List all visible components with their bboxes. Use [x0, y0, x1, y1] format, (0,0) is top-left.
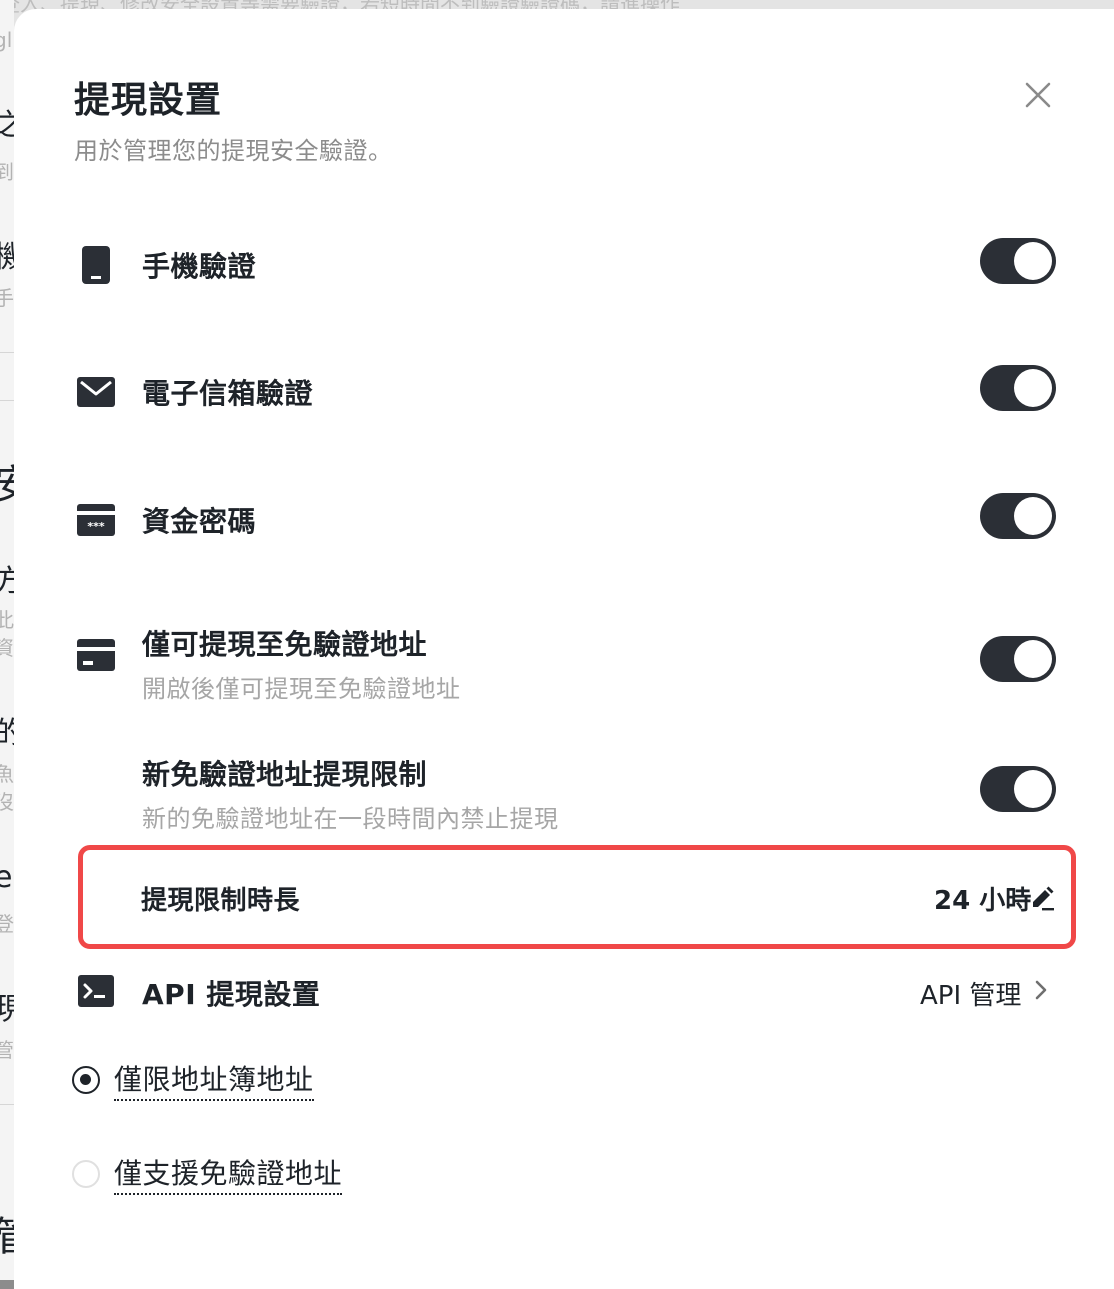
setting-row-phone-verification: 手機驗證	[74, 235, 1056, 295]
phone-icon	[74, 243, 118, 287]
svg-text:***: ***	[87, 520, 105, 533]
modal-subtitle: 用於管理您的提現安全驗證。	[74, 137, 393, 165]
background-fragment: 沒	[0, 790, 14, 814]
setting-label: 手機驗證	[142, 250, 257, 283]
envelope-icon	[74, 370, 118, 414]
api-withdrawal-label: API 提現設置	[142, 978, 321, 1011]
background-fragment: gl	[0, 28, 13, 52]
setting-row-whitelist-only: 僅可提現至免驗證地址 開啟後僅可提現至免驗證地址	[74, 615, 1056, 705]
setting-row-fund-password: *** 資金密碼	[74, 490, 1056, 550]
toggle-knob	[1014, 369, 1052, 407]
setting-description: 新的免驗證地址在一段時間內禁止提現	[142, 805, 559, 833]
card-icon	[74, 633, 118, 677]
background-fragment: 手	[0, 286, 14, 310]
toggle-knob	[1014, 242, 1052, 280]
setting-label: 資金密碼	[142, 505, 257, 538]
fund-password-toggle[interactable]	[980, 493, 1056, 539]
withdrawal-limit-value[interactable]: 24 小時	[934, 880, 1031, 917]
background-fragment: 魚	[0, 762, 14, 786]
background-fragment: 管	[0, 1038, 14, 1062]
new-address-restriction-toggle[interactable]	[980, 766, 1056, 812]
setting-row-email-verification: 電子信箱驗證	[74, 362, 1056, 422]
background-fragment: 資	[0, 636, 14, 660]
background-fragment: 登	[0, 912, 14, 936]
setting-label: 新免驗證地址提現限制	[142, 758, 428, 791]
radio-button-selected[interactable]	[72, 1066, 100, 1094]
toggle-knob	[1014, 497, 1052, 535]
background-divider	[0, 400, 14, 401]
radio-label[interactable]: 僅支援免驗證地址	[114, 1152, 343, 1195]
background-page-strip: gl 之 到 機 手 安 方 此 資 的 魚 沒 e 登 現 管 管	[0, 0, 34, 1280]
edit-icon[interactable]	[1030, 885, 1056, 911]
background-divider	[0, 352, 14, 353]
modal-title: 提現設置	[74, 80, 223, 121]
toggle-knob	[1014, 640, 1052, 678]
chevron-right-icon[interactable]	[1030, 977, 1052, 1003]
toggle-knob	[1014, 770, 1052, 808]
setting-row-new-address-restriction: 新免驗證地址提現限制 新的免驗證地址在一段時間內禁止提現	[74, 745, 1056, 835]
close-icon[interactable]	[1018, 75, 1058, 115]
terminal-icon	[74, 969, 118, 1013]
background-fragment: 到	[0, 160, 14, 184]
password-card-icon: ***	[74, 498, 118, 542]
background-fragment: 此	[0, 608, 14, 632]
radio-button-unselected[interactable]	[72, 1160, 100, 1188]
background-divider	[0, 1104, 14, 1105]
email-verification-toggle[interactable]	[980, 365, 1056, 411]
api-management-link[interactable]: API 管理	[920, 975, 1021, 1012]
withdrawal-settings-modal: 提現設置 用於管理您的提現安全驗證。 手機驗證 電子信箱驗證 *** 資金密碼 …	[14, 9, 1114, 1289]
setting-label: 僅可提現至免驗證地址	[142, 628, 428, 661]
whitelist-only-toggle[interactable]	[980, 636, 1056, 682]
api-withdrawal-row: API 提現設置	[74, 967, 1056, 1017]
phone-verification-toggle[interactable]	[980, 238, 1056, 284]
setting-label: 電子信箱驗證	[142, 377, 314, 410]
radio-label[interactable]: 僅限地址簿地址	[114, 1058, 314, 1101]
setting-description: 開啟後僅可提現至免驗證地址	[142, 675, 461, 703]
background-fragment: e	[0, 860, 13, 895]
withdrawal-limit-label: 提現限制時長	[141, 886, 301, 916]
